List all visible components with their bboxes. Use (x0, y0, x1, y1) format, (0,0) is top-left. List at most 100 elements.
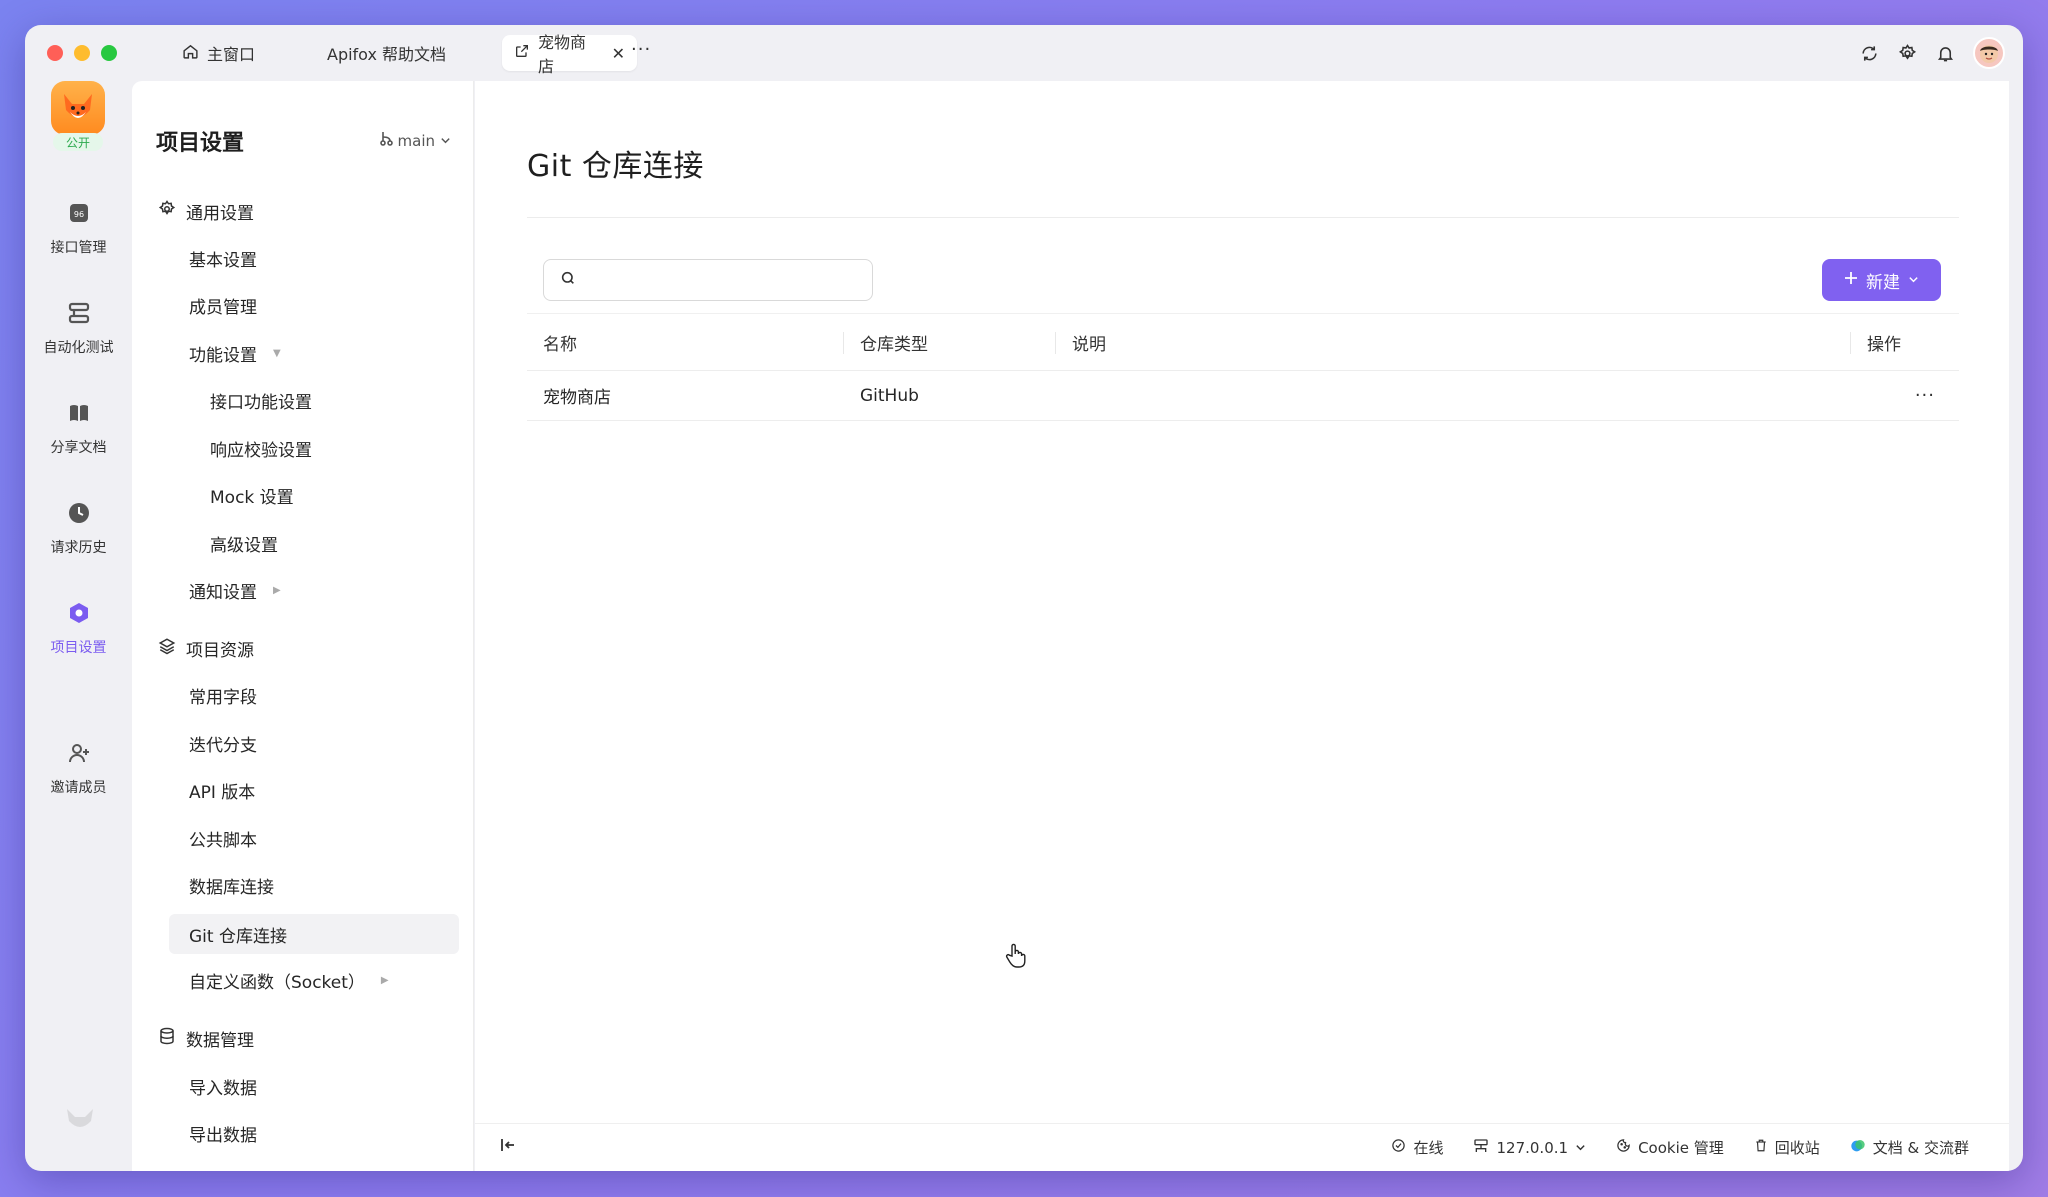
cell-name: 宠物商店 (543, 388, 611, 408)
sync-icon[interactable] (1859, 43, 1879, 63)
settings-item-notifications[interactable]: 通知设置 ▶ (189, 578, 281, 603)
title-divider (527, 217, 1959, 218)
column-separator (1055, 332, 1056, 354)
close-tab-icon[interactable]: ✕ (612, 44, 625, 63)
titlebar-actions (1859, 37, 2005, 69)
tab-pet-store[interactable]: 宠物商店 ✕ (502, 33, 637, 76)
hexagon-settings-icon (67, 601, 91, 629)
settings-item-git-connections[interactable]: Git 仓库连接 (169, 914, 459, 954)
settings-sidebar: 项目设置 main 通用设置 基本设置 成员管理 功能设置 ▼ 接口功能设置 响… (132, 81, 474, 1171)
cookie-icon (1616, 1138, 1631, 1157)
settings-item-sprint-branches[interactable]: 迭代分支 (189, 731, 257, 756)
settings-item-features[interactable]: 功能设置 ▼ (189, 341, 281, 366)
search-input[interactable] (586, 270, 872, 290)
git-connections-table: 名称 仓库类型 说明 操作 宠物商店 GitHub ··· (527, 313, 1959, 421)
recycle-bin[interactable]: 回收站 (1754, 1137, 1820, 1158)
nav-share-docs[interactable]: 分享文档 (25, 401, 132, 457)
close-window-button[interactable] (47, 45, 63, 61)
tab-help-docs[interactable]: Apifox 帮助文档 (315, 35, 458, 71)
chevron-down-icon (440, 132, 451, 150)
tab-label: Apifox 帮助文档 (327, 45, 447, 64)
settings-item-members[interactable]: 成员管理 (189, 293, 257, 318)
settings-item-api-features[interactable]: 接口功能设置 (210, 388, 312, 413)
docs-community[interactable]: 文档 & 交流群 (1850, 1137, 1969, 1158)
automation-icon (67, 301, 91, 329)
search-icon (560, 270, 576, 290)
cookie-manager[interactable]: Cookie 管理 (1616, 1137, 1724, 1158)
row-more-icon[interactable]: ··· (1915, 385, 1935, 406)
project-logo[interactable] (51, 81, 105, 135)
public-badge: 公开 (53, 133, 103, 151)
caret-right-icon: ▶ (380, 975, 389, 986)
api-icon: 96 (67, 201, 91, 229)
maximize-window-button[interactable] (101, 45, 117, 61)
nav-request-history[interactable]: 请求历史 (25, 501, 132, 557)
online-status[interactable]: 在线 (1391, 1137, 1443, 1158)
new-button[interactable]: 新建 (1822, 259, 1941, 301)
nav-project-settings[interactable]: 项目设置 (25, 601, 132, 657)
settings-item-response-validation[interactable]: 响应校验设置 (210, 436, 312, 461)
settings-item-custom-functions[interactable]: 自定义函数（Socket） ▶ (189, 968, 389, 993)
minimize-window-button[interactable] (74, 45, 90, 61)
main-content: Git 仓库连接 新建 名称 仓库类型 说明 操作 宠物商店 GitHub ··… (475, 81, 2009, 1171)
hand-cursor-icon (1005, 943, 1027, 973)
chevron-down-icon (1575, 1139, 1586, 1157)
database-icon (158, 1027, 176, 1050)
settings-item-common-scripts[interactable]: 公共脚本 (189, 826, 257, 851)
table-header: 名称 仓库类型 说明 操作 (527, 313, 1959, 371)
chat-bubble-icon (1850, 1138, 1866, 1158)
check-circle-icon (1391, 1138, 1406, 1157)
column-header-name[interactable]: 名称 (543, 330, 577, 355)
status-bar: 在线 127.0.0.1 Cookie 管理 回收站 文档 & 交流群 (475, 1123, 2009, 1171)
settings-group-data[interactable]: 数据管理 (158, 1026, 254, 1051)
settings-group-general[interactable]: 通用设置 (158, 199, 254, 224)
avatar[interactable] (1973, 37, 2005, 69)
column-header-description[interactable]: 说明 (1072, 330, 1106, 355)
column-separator (843, 332, 844, 354)
more-tabs-icon[interactable]: ··· (631, 39, 651, 60)
cell-type: GitHub (860, 385, 919, 406)
bell-icon[interactable] (1935, 43, 1955, 63)
settings-item-advanced[interactable]: 高级设置 (210, 531, 278, 556)
gear-icon[interactable] (1897, 43, 1917, 63)
clock-icon (67, 501, 91, 529)
tab-label: 宠物商店 (538, 33, 587, 76)
home-icon (182, 43, 199, 64)
nav-api-management[interactable]: 96 接口管理 (25, 201, 132, 257)
external-link-icon (514, 43, 530, 63)
column-separator (1850, 332, 1851, 354)
caret-down-icon: ▼ (273, 348, 281, 359)
svg-text:96: 96 (73, 210, 83, 219)
app-window: 主窗口 Apifox 帮助文档 宠物商店 ✕ ··· 公开 96 接口管理 自动… (25, 25, 2023, 1171)
tab-label: 主窗口 (207, 45, 256, 64)
layers-icon (158, 637, 176, 660)
settings-title: 项目设置 (156, 131, 245, 156)
settings-item-database-connections[interactable]: 数据库连接 (189, 873, 274, 898)
caret-right-icon: ▶ (273, 585, 281, 596)
collapse-sidebar-icon[interactable] (499, 1136, 517, 1159)
table-row[interactable]: 宠物商店 GitHub ··· (527, 371, 1959, 421)
gear-icon (158, 200, 176, 223)
settings-item-mock[interactable]: Mock 设置 (210, 483, 294, 508)
column-header-actions: 操作 (1867, 334, 1901, 355)
host-selector[interactable]: 127.0.0.1 (1473, 1138, 1586, 1158)
tab-main-window[interactable]: 主窗口 (170, 35, 267, 71)
window-controls (47, 45, 117, 61)
settings-item-export-data[interactable]: 导出数据 (189, 1121, 257, 1146)
title-bar: 主窗口 Apifox 帮助文档 宠物商店 ✕ ··· (25, 25, 2023, 81)
chevron-down-icon (1908, 270, 1919, 290)
nav-automation-test[interactable]: 自动化测试 (25, 301, 132, 357)
settings-group-resources[interactable]: 项目资源 (158, 636, 254, 661)
column-header-type[interactable]: 仓库类型 (860, 330, 928, 355)
search-box[interactable] (543, 259, 873, 301)
apifox-watermark-icon (65, 1107, 95, 1131)
settings-item-basic[interactable]: 基本设置 (189, 246, 257, 271)
settings-item-api-versions[interactable]: API 版本 (189, 778, 255, 803)
settings-item-import-data[interactable]: 导入数据 (189, 1074, 257, 1099)
trash-icon (1754, 1138, 1768, 1157)
settings-item-common-fields[interactable]: 常用字段 (189, 683, 257, 708)
status-items: 在线 127.0.0.1 Cookie 管理 回收站 文档 & 交流群 (1391, 1137, 1969, 1158)
branch-selector[interactable]: main (379, 131, 451, 150)
nav-invite-members[interactable]: 邀请成员 (25, 741, 132, 797)
add-user-icon (67, 741, 91, 769)
